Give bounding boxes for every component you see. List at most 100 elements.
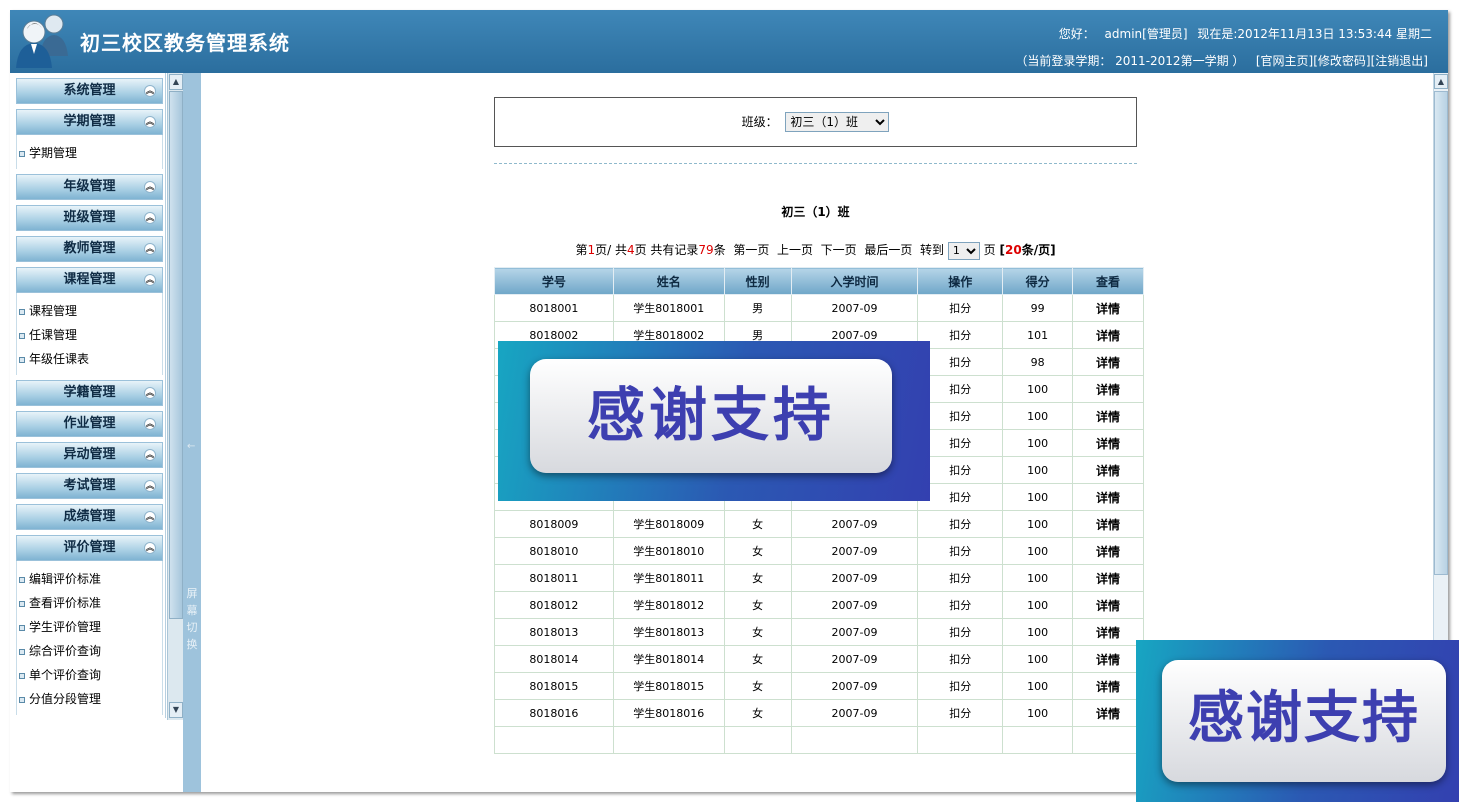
double-chevron-up-icon[interactable]: ︽ bbox=[144, 449, 156, 461]
deduct-link[interactable]: 扣分 bbox=[917, 591, 1004, 619]
deduct-link[interactable] bbox=[917, 726, 1004, 754]
logout-link[interactable]: [注销退出] bbox=[1371, 54, 1428, 68]
double-chevron-up-icon[interactable]: ︽ bbox=[144, 418, 156, 430]
users-logo-icon bbox=[16, 14, 68, 68]
double-chevron-up-icon[interactable]: ︽ bbox=[144, 274, 156, 286]
menu-group-title: 学籍管理 bbox=[63, 385, 116, 400]
menu-group-header[interactable]: 学籍管理 ︽ bbox=[16, 380, 163, 406]
goto-page-select[interactable]: 1 bbox=[947, 241, 980, 260]
menu-group-header[interactable]: 成绩管理 ︽ bbox=[16, 504, 163, 530]
detail-link[interactable]: 详情 bbox=[1072, 510, 1144, 538]
class-select[interactable]: 初三（1）班 bbox=[785, 112, 890, 132]
sidebar-scroll-thumb[interactable] bbox=[169, 91, 183, 619]
deduct-link[interactable]: 扣分 bbox=[917, 348, 1004, 376]
sidebar-menu-item[interactable]: 任课管理 bbox=[17, 323, 162, 347]
gender-cell: 男 bbox=[723, 294, 792, 322]
left-arrow-icon[interactable]: ← bbox=[187, 441, 195, 452]
menu-group-header[interactable]: 系统管理 ︽ bbox=[16, 78, 163, 104]
sidebar-menu-item[interactable]: 学期管理 bbox=[17, 141, 162, 165]
scroll-up-arrow-icon[interactable]: ▲ bbox=[1434, 74, 1448, 89]
menu-group-header[interactable]: 异动管理 ︽ bbox=[16, 442, 163, 468]
double-chevron-up-icon[interactable]: ︽ bbox=[144, 387, 156, 399]
deduct-link[interactable]: 扣分 bbox=[917, 375, 1004, 403]
double-chevron-up-icon[interactable]: ︽ bbox=[144, 243, 156, 255]
detail-link[interactable]: 详情 bbox=[1072, 699, 1144, 727]
table-row: 8018015 学生8018015 女 2007-09 扣分 100 详情 bbox=[494, 672, 1144, 700]
deduct-link[interactable]: 扣分 bbox=[917, 564, 1004, 592]
menu-group-title: 考试管理 bbox=[63, 478, 116, 493]
detail-link[interactable]: 详情 bbox=[1072, 348, 1144, 376]
menu-group-header[interactable]: 评价管理 ︽ bbox=[16, 535, 163, 561]
score-cell: 98 bbox=[1002, 348, 1074, 376]
menu-group-header[interactable]: 学期管理 ︽ bbox=[16, 109, 163, 135]
first-page-link[interactable]: 第一页 bbox=[733, 243, 769, 257]
menu-group-header[interactable]: 年级管理 ︽ bbox=[16, 174, 163, 200]
detail-link[interactable]: 详情 bbox=[1072, 618, 1144, 646]
detail-link[interactable]: 详情 bbox=[1072, 402, 1144, 430]
menu-group-header[interactable]: 班级管理 ︽ bbox=[16, 205, 163, 231]
deduct-link[interactable]: 扣分 bbox=[917, 672, 1004, 700]
deduct-link[interactable]: 扣分 bbox=[917, 618, 1004, 646]
scroll-down-arrow-icon[interactable]: ▼ bbox=[169, 702, 183, 718]
deduct-link[interactable]: 扣分 bbox=[917, 402, 1004, 430]
deduct-link[interactable]: 扣分 bbox=[917, 294, 1004, 322]
detail-link[interactable]: 详情 bbox=[1072, 375, 1144, 403]
double-chevron-up-icon[interactable]: ︽ bbox=[144, 480, 156, 492]
score-cell: 100 bbox=[1002, 429, 1074, 457]
menu-group-header[interactable]: 课程管理 ︽ bbox=[16, 267, 163, 293]
student-id-cell: 8018013 bbox=[494, 618, 614, 646]
detail-link[interactable]: 详情 bbox=[1072, 456, 1144, 484]
last-page-link[interactable]: 最后一页 bbox=[864, 243, 912, 257]
deduct-link[interactable]: 扣分 bbox=[917, 645, 1004, 673]
screen-toggle-label[interactable]: 屏幕切换 bbox=[185, 585, 199, 653]
double-chevron-up-icon[interactable]: ︽ bbox=[144, 212, 156, 224]
sidebar-menu-item[interactable]: 编辑评价标准 bbox=[17, 567, 162, 591]
next-page-link[interactable]: 下一页 bbox=[821, 243, 857, 257]
detail-link[interactable]: 详情 bbox=[1072, 672, 1144, 700]
detail-link[interactable]: 详情 bbox=[1072, 591, 1144, 619]
prev-page-link[interactable]: 上一页 bbox=[777, 243, 813, 257]
menu-group-header[interactable]: 作业管理 ︽ bbox=[16, 411, 163, 437]
sidebar-scrollbar[interactable]: ▲ ▼ bbox=[167, 73, 183, 720]
double-chevron-up-icon[interactable]: ︽ bbox=[144, 511, 156, 523]
sidebar-menu-item[interactable]: 查看评价标准 bbox=[17, 591, 162, 615]
detail-link[interactable] bbox=[1072, 726, 1144, 754]
detail-link[interactable]: 详情 bbox=[1072, 645, 1144, 673]
double-chevron-up-icon[interactable]: ︽ bbox=[144, 116, 156, 128]
sidebar-menu-item[interactable]: 单个评价查询 bbox=[17, 663, 162, 687]
detail-link[interactable]: 详情 bbox=[1072, 483, 1144, 511]
enroll-date-cell bbox=[790, 726, 919, 754]
deduct-link[interactable]: 扣分 bbox=[917, 510, 1004, 538]
detail-link[interactable]: 详情 bbox=[1072, 564, 1144, 592]
sidebar-menu-item[interactable]: 课程管理 bbox=[17, 299, 162, 323]
sidebar-menu-item[interactable]: 综合评价查询 bbox=[17, 639, 162, 663]
deduct-link[interactable]: 扣分 bbox=[917, 429, 1004, 457]
double-chevron-up-icon[interactable]: ︽ bbox=[144, 542, 156, 554]
menu-group-title: 作业管理 bbox=[63, 416, 116, 431]
score-cell: 100 bbox=[1002, 483, 1074, 511]
deduct-link[interactable]: 扣分 bbox=[917, 321, 1004, 349]
screen-toggle-splitter[interactable]: ← 屏幕切换 bbox=[183, 73, 201, 792]
student-id-cell: 8018015 bbox=[494, 672, 614, 700]
detail-link[interactable]: 详情 bbox=[1072, 537, 1144, 565]
deduct-link[interactable]: 扣分 bbox=[917, 699, 1004, 727]
detail-link[interactable]: 详情 bbox=[1072, 321, 1144, 349]
current-datetime: 现在是:2012年11月13日 13:53:44 星期二 bbox=[1197, 27, 1432, 41]
menu-group-header[interactable]: 考试管理 ︽ bbox=[16, 473, 163, 499]
home-link[interactable]: [官网主页] bbox=[1256, 54, 1313, 68]
change-password-link[interactable]: [修改密码] bbox=[1313, 54, 1370, 68]
sidebar-menu-item[interactable]: 分值分段管理 bbox=[17, 687, 162, 711]
sidebar-menu-item[interactable]: 年级任课表 bbox=[17, 347, 162, 371]
term-suffix: ） bbox=[1232, 54, 1245, 68]
detail-link[interactable]: 详情 bbox=[1072, 294, 1144, 322]
deduct-link[interactable]: 扣分 bbox=[917, 537, 1004, 565]
detail-link[interactable]: 详情 bbox=[1072, 429, 1144, 457]
sidebar-menu-item[interactable]: 学生评价管理 bbox=[17, 615, 162, 639]
menu-group-header[interactable]: 教师管理 ︽ bbox=[16, 236, 163, 262]
double-chevron-up-icon[interactable]: ︽ bbox=[144, 85, 156, 97]
double-chevron-up-icon[interactable]: ︽ bbox=[144, 181, 156, 193]
deduct-link[interactable]: 扣分 bbox=[917, 483, 1004, 511]
main-scroll-thumb[interactable] bbox=[1434, 91, 1448, 575]
scroll-up-arrow-icon[interactable]: ▲ bbox=[169, 74, 183, 90]
deduct-link[interactable]: 扣分 bbox=[917, 456, 1004, 484]
